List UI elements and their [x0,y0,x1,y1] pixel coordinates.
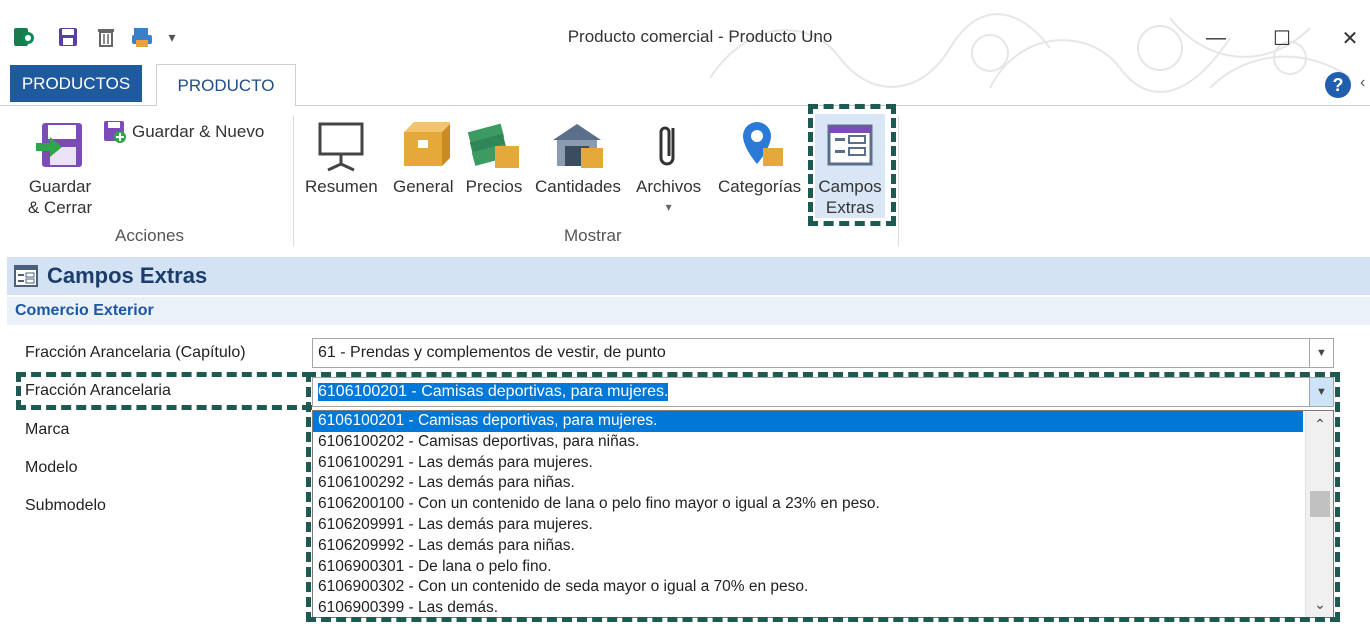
categorias-button[interactable]: Categorías [718,114,801,197]
guardar-nuevo-button[interactable]: Guardar & Nuevo [102,119,264,145]
guardar-cerrar-button[interactable]: Guardar & Cerrar [20,114,100,218]
ribbon-collapse-icon[interactable]: ‹ [1360,74,1365,92]
money-icon [465,114,523,176]
capitulo-combo[interactable]: 61 - Prendas y complementos de vestir, d… [312,338,1334,368]
presentation-icon [314,114,368,176]
window-title: Producto comercial - Producto Uno [0,27,1370,47]
guardar-nuevo-label: Guardar & Nuevo [132,122,265,141]
resumen-button[interactable]: Resumen [305,114,378,197]
group-label-acciones: Acciones [115,226,184,245]
ribbon-separator [293,116,294,246]
guardar-cerrar-label-1: Guardar [28,177,92,196]
form-fields-icon [14,265,38,287]
warehouse-icon [549,114,607,176]
modelo-label: Modelo [25,459,78,476]
general-label: General [393,177,454,196]
box-icon [396,114,451,176]
tab-producto[interactable]: PRODUCTO [156,64,296,106]
capitulo-label: Fracción Arancelaria (Capítulo) [25,344,246,361]
submodelo-label: Submodelo [25,497,106,514]
close-icon[interactable]: ✕ [1330,20,1370,56]
cantidades-button[interactable]: Cantidades [535,114,621,197]
section-header: Campos Extras [7,257,1370,295]
subsection-header: Comercio Exterior [7,297,1370,325]
chevron-down-icon[interactable]: ▼ [1309,339,1333,367]
maximize-icon[interactable]: ☐ [1262,20,1302,56]
window-title-text: Producto comercial - Producto Uno [567,27,833,46]
general-button[interactable]: General [393,114,453,197]
campos-extras-highlight [808,104,896,226]
minimize-icon[interactable]: — [1196,20,1236,56]
resumen-label: Resumen [305,177,378,196]
archivos-dropdown-icon[interactable]: ▾ [666,197,672,218]
title-bar: ▾ Producto comercial - Producto Uno — ☐ … [0,0,1370,93]
fraccion-dropdown-highlight [306,372,1340,622]
tab-productos[interactable]: PRODUCTOS [10,65,142,102]
precios-label: Precios [465,177,523,196]
guardar-cerrar-label-2: & Cerrar [27,198,93,217]
save-close-icon [34,114,86,176]
archivos-label: Archivos [636,177,702,196]
precios-button[interactable]: Precios [465,114,523,197]
save-new-icon [104,121,126,143]
marca-label: Marca [25,421,70,438]
categorias-label: Categorías [718,177,802,196]
ribbon-separator [898,116,899,246]
cantidades-label: Cantidades [535,177,622,196]
ribbon: Guardar & Cerrar Guardar & Nuevo Accione… [0,104,1370,255]
section-title: Campos Extras [47,263,208,288]
location-pin-icon [733,114,787,176]
group-label-mostrar: Mostrar [564,226,622,245]
product-window: ▾ Producto comercial - Producto Uno — ☐ … [0,0,1370,637]
fraccion-label-highlight [16,372,312,410]
capitulo-value: 61 - Prendas y complementos de vestir, d… [318,344,666,361]
archivos-button[interactable]: Archivos ▾ [636,114,701,218]
help-icon[interactable]: ? [1325,72,1351,98]
subsection-title: Comercio Exterior [15,302,154,319]
paperclip-icon [649,114,689,176]
